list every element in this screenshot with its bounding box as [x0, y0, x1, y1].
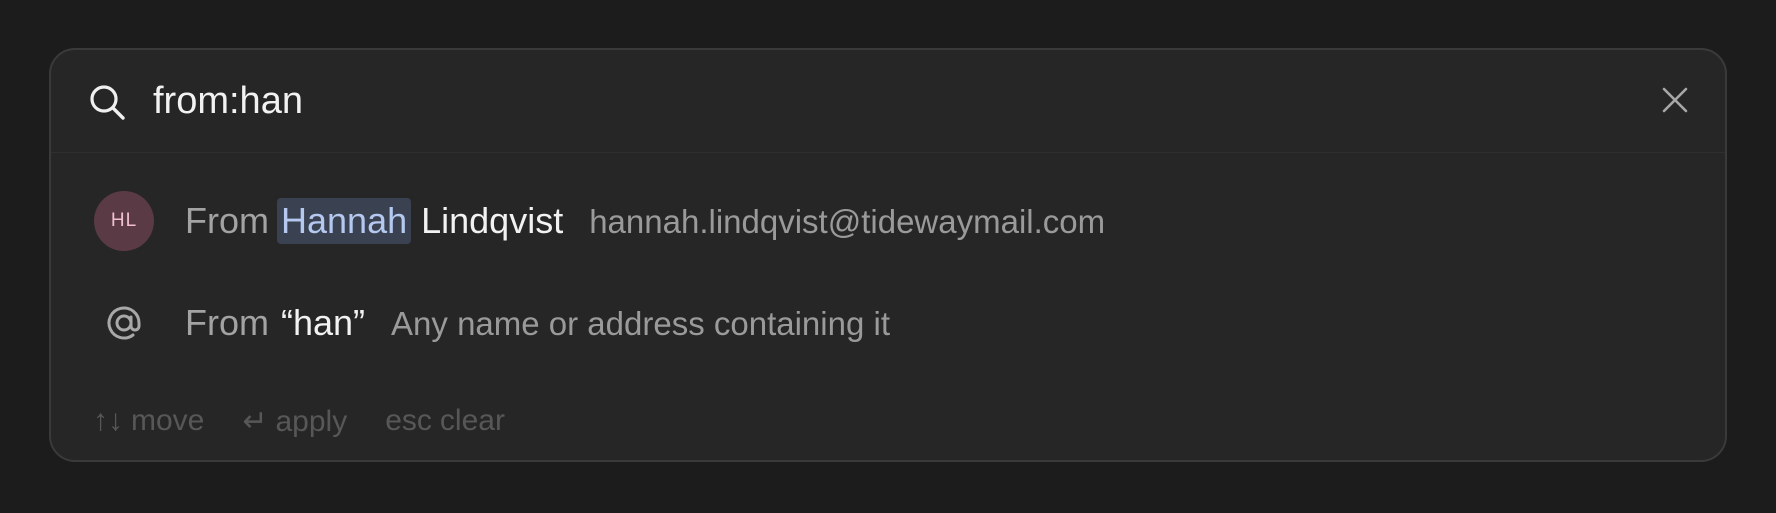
- hint-apply-label: apply: [275, 405, 348, 438]
- suggestion-text: From “han” Any name or address containin…: [185, 302, 890, 344]
- hint-clear: esc clear: [385, 404, 505, 439]
- search-panel: HL From Hannah Lindqvist hannah.lindqvis…: [49, 48, 1727, 462]
- hint-apply: ↵ apply: [242, 404, 347, 439]
- hint-move-label: move: [131, 404, 205, 437]
- return-key-icon: ↵: [242, 405, 268, 438]
- suggestion-description: Any name or address containing it: [391, 305, 890, 342]
- suggestion-prefix: From: [185, 200, 269, 241]
- keyboard-hints: ↑↓ move ↵ apply esc clear: [93, 404, 505, 439]
- suggestion-from-term[interactable]: From “han” Any name or address containin…: [51, 278, 1725, 368]
- suggestion-prefix: From: [185, 302, 269, 343]
- contact-email: hannah.lindqvist@tidewaymail.com: [589, 203, 1106, 240]
- at-sign-icon: [107, 306, 141, 340]
- suggestion-contact-hannah[interactable]: HL From Hannah Lindqvist hannah.lindqvis…: [51, 176, 1725, 266]
- search-term: “han”: [281, 302, 366, 343]
- arrow-keys-icon: ↑↓: [93, 404, 123, 437]
- suggestion-text: From Hannah Lindqvist hannah.lindqvist@t…: [185, 198, 1105, 244]
- hint-move: ↑↓ move: [93, 404, 204, 439]
- hint-clear-label: clear: [439, 404, 505, 437]
- esc-key: esc: [385, 404, 432, 437]
- clear-search-button[interactable]: [1655, 80, 1695, 120]
- avatar: HL: [94, 191, 154, 251]
- search-icon: [90, 85, 125, 120]
- search-bar: [51, 50, 1725, 153]
- close-icon: [1662, 87, 1688, 113]
- search-input[interactable]: [153, 74, 1553, 128]
- contact-surname: Lindqvist: [421, 200, 564, 241]
- match-highlight: Hannah: [277, 198, 412, 244]
